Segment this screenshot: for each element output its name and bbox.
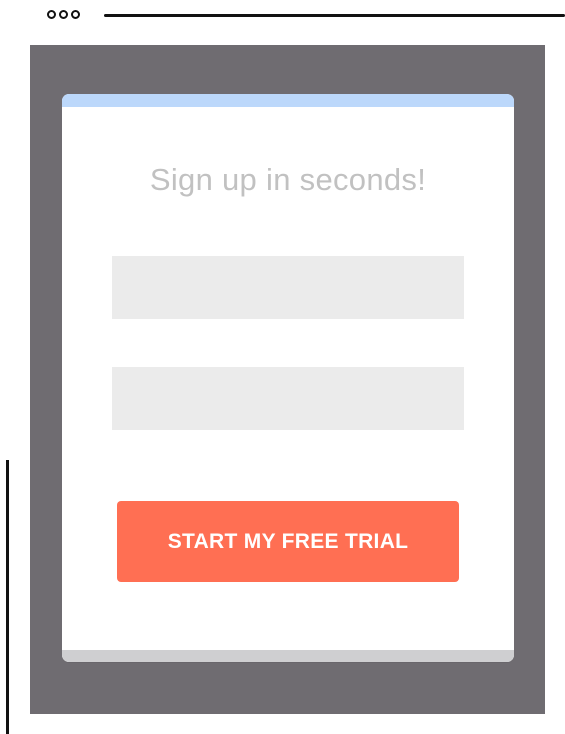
signup-title: Sign up in seconds! [149,162,427,197]
window-dot-icon [71,10,80,19]
window-dot-icon [59,10,68,19]
window-controls [47,10,80,19]
start-free-trial-button[interactable]: START MY FREE TRIAL [117,501,459,582]
signup-field-2[interactable] [112,367,464,430]
signup-card: Sign up in seconds! START MY FREE TRIAL [62,94,514,662]
window-dot-icon [47,10,56,19]
signup-field-1[interactable] [112,256,464,319]
page: Sign up in seconds! START MY FREE TRIAL [0,0,565,734]
header-divider [104,14,565,17]
card-bottom-shadow [62,650,514,662]
card-top-accent [62,94,514,107]
left-divider [6,460,9,734]
